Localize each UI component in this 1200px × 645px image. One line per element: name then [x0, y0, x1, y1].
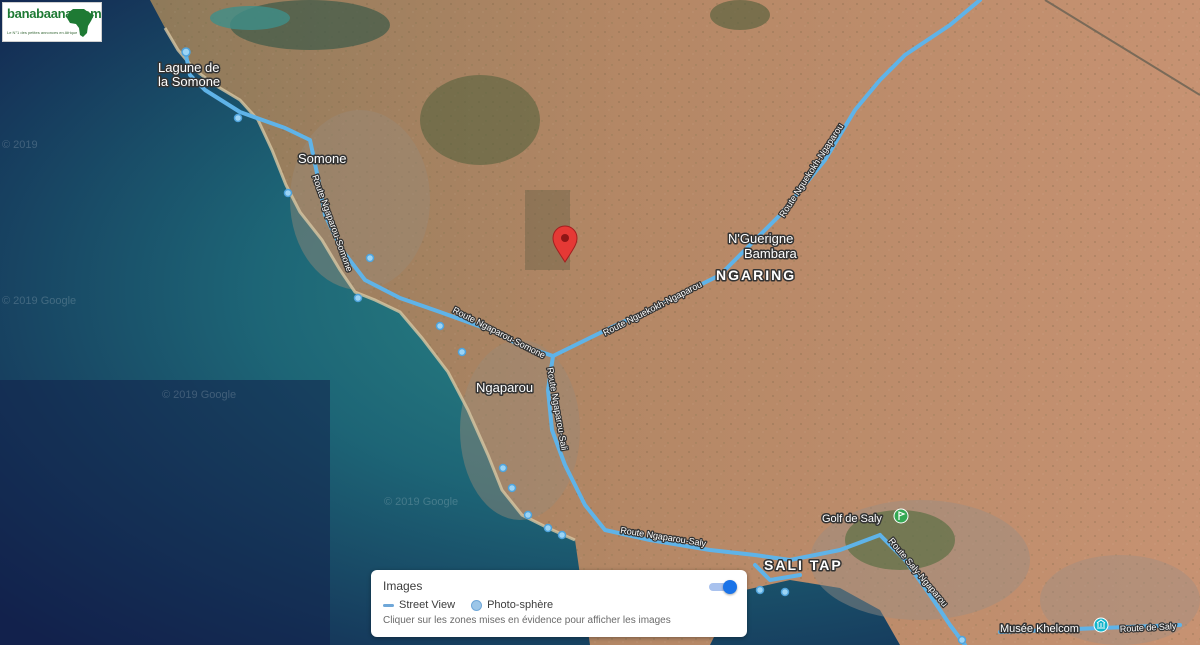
panel-title: Images — [383, 579, 423, 593]
photo-sphere-dot[interactable] — [435, 321, 445, 331]
photo-sphere-dot[interactable] — [557, 530, 567, 540]
google-watermark: © 2019 Google — [384, 496, 458, 508]
photo-sphere-dot[interactable] — [780, 587, 790, 597]
place-label-sali-tap: SALI TAP — [764, 557, 843, 573]
google-watermark: © 2019 — [2, 139, 38, 151]
legend-row: Street View Photo-sphère — [383, 598, 553, 612]
museum-icon[interactable] — [1093, 617, 1109, 633]
street-view-line-icon — [383, 603, 394, 607]
photo-sphere-dot[interactable] — [957, 635, 967, 645]
lagoon-water — [210, 6, 290, 30]
photo-sphere-dot[interactable] — [365, 253, 375, 263]
google-watermark: © 2019 Google — [2, 295, 76, 307]
africa-icon — [67, 9, 94, 37]
deep-ocean-shade — [0, 380, 330, 645]
photo-sphere-dot[interactable] — [233, 113, 243, 123]
photo-sphere-dot[interactable] — [353, 293, 363, 303]
poi-label-golf[interactable]: Golf de Saly — [821, 512, 884, 527]
imagery-layer-panel: Images Street View Photo-sphère Cliquer … — [371, 570, 747, 637]
photo-sphere-label: Photo-sphère — [487, 599, 554, 611]
place-label-ngaring: NGARING — [716, 267, 796, 283]
place-label-lagune: Lagune de — [158, 60, 219, 75]
toggle-knob — [723, 580, 737, 594]
photo-sphere-dot[interactable] — [457, 347, 467, 357]
green-patch — [710, 0, 770, 30]
panel-hint: Cliquer sur les zones mises en évidence … — [383, 615, 671, 626]
site-logo[interactable]: banabaana.com Le N°1 des petites annonce… — [2, 2, 102, 42]
photo-sphere-dot[interactable] — [523, 510, 533, 520]
photo-sphere-dot[interactable] — [498, 463, 508, 473]
place-label-somone: Somone — [298, 151, 346, 166]
photo-sphere-dot[interactable] — [283, 188, 293, 198]
photo-sphere-dot[interactable] — [755, 585, 765, 595]
green-patch — [420, 75, 540, 165]
street-view-label: Street View — [399, 599, 456, 611]
google-watermark: © 2019 Google — [162, 389, 236, 401]
photo-sphere-dot[interactable] — [507, 483, 517, 493]
place-label-lagune: la Somone — [158, 74, 220, 89]
photo-sphere-dot[interactable] — [181, 47, 191, 57]
poi-label-musee[interactable]: Musée Khelcom — [999, 622, 1081, 637]
urban-area — [290, 110, 430, 290]
place-label-nguerigne: N'Guerigne — [728, 231, 793, 246]
golf-icon[interactable] — [893, 508, 909, 524]
photo-sphere-dot[interactable] — [543, 523, 553, 533]
satellite-map[interactable]: © 2019 Google © 2019 Google © 2019 Googl… — [0, 0, 1200, 645]
photo-sphere-icon — [471, 599, 483, 611]
place-label-nguerigne: Bambara — [744, 246, 798, 261]
place-label-ngaparou: Ngaparou — [476, 380, 533, 395]
imagery-toggle[interactable] — [709, 580, 737, 594]
